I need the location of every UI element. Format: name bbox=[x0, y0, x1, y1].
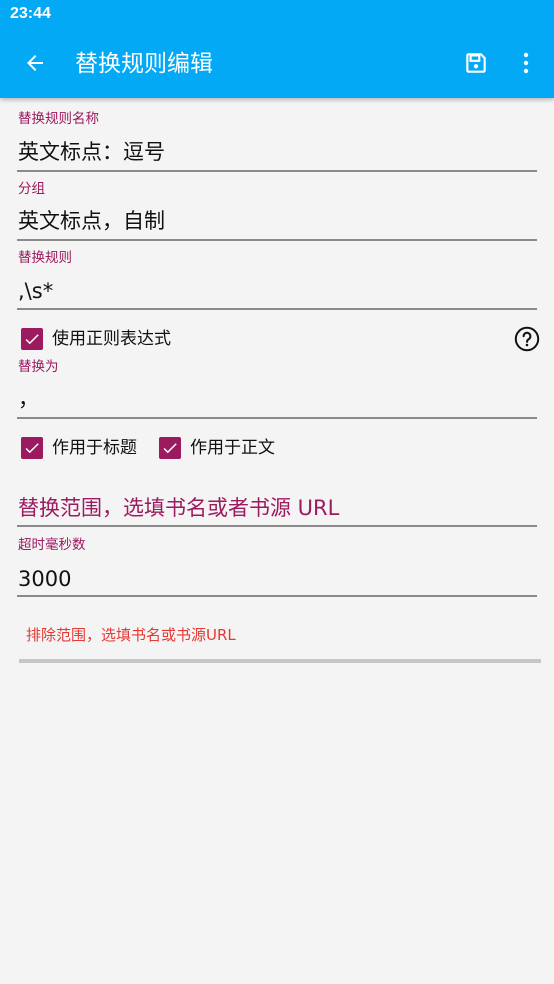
timeout-underline bbox=[17, 595, 537, 597]
use-regex-checkbox[interactable] bbox=[21, 328, 43, 350]
save-button[interactable] bbox=[460, 46, 492, 80]
timeout-label: 超时毫秒数 bbox=[18, 537, 86, 553]
save-icon bbox=[466, 53, 486, 73]
more-vertical-icon bbox=[523, 52, 529, 74]
exclude-underline bbox=[19, 659, 541, 663]
app-bar: 23:44 替换规则编辑 bbox=[0, 0, 554, 98]
pattern-label: 替换规则 bbox=[18, 250, 72, 266]
group-underline bbox=[17, 239, 537, 241]
replacement-input[interactable]: ， bbox=[18, 385, 39, 413]
apply-title-checkbox[interactable] bbox=[21, 437, 43, 459]
replacement-underline bbox=[17, 417, 537, 419]
checkmark-icon bbox=[25, 443, 39, 454]
checkmark-icon bbox=[25, 334, 39, 345]
page-title: 替换规则编辑 bbox=[75, 51, 213, 77]
rule-name-input[interactable]: 英文标点：逗号 bbox=[18, 138, 165, 166]
pattern-underline bbox=[17, 308, 537, 310]
scope-input[interactable]: 替换范围，选填书名或者书源 URL bbox=[18, 494, 339, 522]
replacement-label: 替换为 bbox=[18, 359, 59, 375]
back-arrow-icon bbox=[27, 55, 43, 71]
back-button[interactable] bbox=[18, 46, 52, 80]
use-regex-label: 使用正则表达式 bbox=[52, 329, 171, 349]
timeout-input[interactable]: 3000 bbox=[18, 565, 71, 593]
apply-content-checkbox[interactable] bbox=[159, 437, 181, 459]
more-options-button[interactable] bbox=[512, 46, 540, 80]
pattern-input[interactable]: ,\s* bbox=[18, 277, 53, 305]
rule-name-label: 替换规则名称 bbox=[18, 111, 99, 127]
help-circle-icon bbox=[514, 326, 540, 352]
scope-underline bbox=[17, 525, 537, 527]
apply-title-label: 作用于标题 bbox=[52, 438, 137, 458]
rule-name-underline bbox=[17, 170, 537, 172]
group-label: 分组 bbox=[18, 181, 45, 197]
checkmark-icon bbox=[163, 443, 177, 454]
help-button[interactable] bbox=[514, 326, 540, 352]
group-input[interactable]: 英文标点，自制 bbox=[18, 207, 165, 235]
exclude-input[interactable]: 排除范围，选填书名或书源URL bbox=[26, 625, 236, 645]
apply-content-label: 作用于正文 bbox=[190, 438, 275, 458]
status-bar-time: 23:44 bbox=[10, 5, 51, 22]
